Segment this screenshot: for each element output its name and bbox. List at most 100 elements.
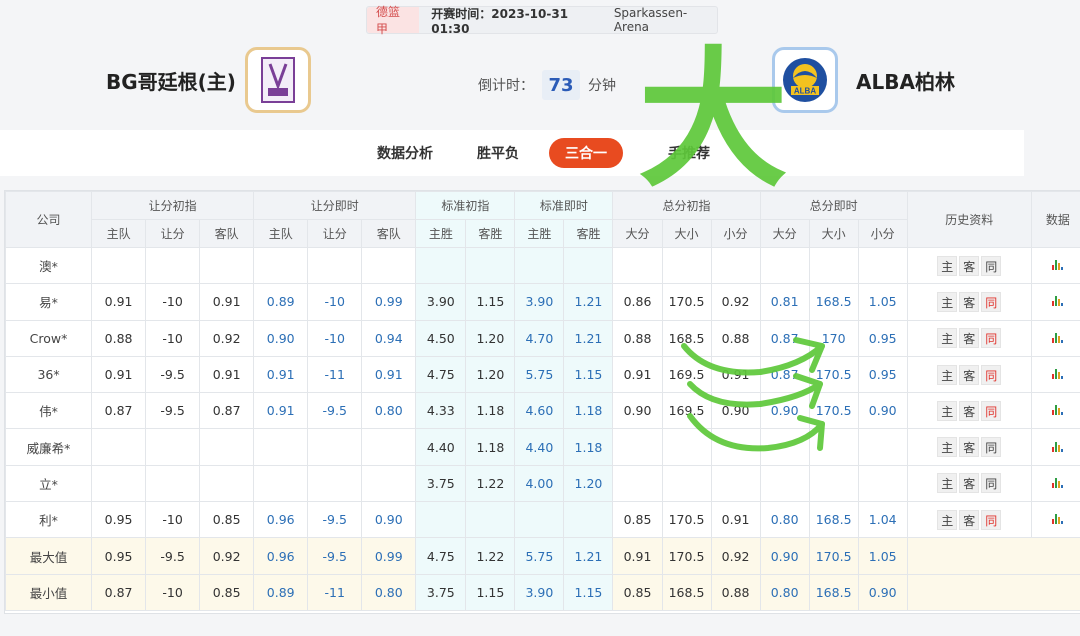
subheader-12: 小分 [710,219,761,248]
history-home-button[interactable]: 主 [937,364,958,385]
odds-cell [253,428,309,466]
odds-cell: 0.90 [361,501,417,539]
home-team-name[interactable]: BG哥廷根(主) [106,66,236,95]
history-same-button[interactable]: 同 [981,291,1002,312]
odds-cell [307,464,363,503]
history-home-button[interactable]: 主 [937,509,958,530]
header-company: 公司 [4,191,93,248]
history-home-button[interactable]: 主 [937,255,958,276]
odds-cell: 168.5 [808,501,859,539]
tab-recommend[interactable]: 手推荐 [661,138,717,168]
history-away-button[interactable]: 客 [959,255,980,276]
odds-cell: 0.92 [710,283,761,321]
odds-cell: -9.5 [145,355,201,394]
history-away-button[interactable]: 客 [959,328,980,349]
odds-cell: -11 [307,573,363,611]
odds-cell: 0.87 [91,392,147,430]
data-chart-button[interactable] [1030,283,1080,321]
league-badge[interactable]: 德篮甲 [367,5,420,36]
odds-cell: 0.80 [759,573,810,611]
odds-cell: 1.15 [563,573,614,611]
odds-cell: 0.85 [199,501,255,539]
data-chart-button[interactable] [1030,464,1080,503]
history-same-button[interactable]: 同 [981,400,1002,421]
odds-cell [857,464,908,503]
odds-cell: 0.90 [857,573,908,611]
history-same-button[interactable]: 同 [981,437,1002,458]
table-row: 澳* 主客同 [4,246,1080,285]
svg-text:ALBA: ALBA [794,87,816,96]
away-team-logo[interactable]: ALBA [772,47,838,113]
history-away-button[interactable]: 客 [959,437,980,458]
odds-cell: 1.15 [465,573,516,611]
subheader-8: 主胜 [514,219,565,248]
history-away-button[interactable]: 客 [959,473,980,494]
history-home-button[interactable]: 主 [937,400,958,421]
odds-cell [563,501,614,539]
history-home-button[interactable]: 主 [937,328,958,349]
history-home-button[interactable]: 主 [937,291,958,312]
odds-cell: 3.75 [415,464,467,503]
history-away-button[interactable]: 客 [959,291,980,312]
data-chart-button[interactable] [1030,246,1080,285]
odds-cell [145,428,201,466]
odds-cell: 1.18 [563,428,614,466]
company-name: 易* [4,283,93,321]
history-buttons: 主客同 [906,428,1032,466]
subheader-2: 客队 [199,219,255,248]
history-away-button[interactable]: 客 [959,364,980,385]
away-team-name[interactable]: ALBA柏林 [856,66,955,95]
history-home-button[interactable]: 主 [937,473,958,494]
history-buttons: 主客同 [906,392,1032,430]
tab-three-in-one[interactable]: 三合一 [549,138,623,168]
odds-cell: 0.95 [857,355,908,394]
tab-data-analysis[interactable]: 数据分析 [370,138,440,168]
odds-cell: 169.5 [661,392,712,430]
tab-win-draw-loss[interactable]: 胜平负 [470,138,526,168]
odds-cell: -9.5 [145,392,201,430]
odds-cell: 0.94 [361,319,417,357]
history-same-button[interactable]: 同 [981,364,1002,385]
odds-cell: 0.95 [91,537,147,575]
subheader-6: 主胜 [415,219,467,248]
odds-cell [465,246,516,285]
odds-cell: 1.20 [465,355,516,394]
odds-cell: 1.20 [563,464,614,503]
history-same-button[interactable]: 同 [981,328,1002,349]
odds-cell: -9.5 [307,537,363,575]
data-chart-button[interactable] [1030,392,1080,430]
odds-cell: 4.33 [415,392,467,430]
odds-cell [199,246,255,285]
data-chart-button[interactable] [1030,319,1080,357]
data-chart-button[interactable] [1030,501,1080,539]
odds-cell: -10 [307,283,363,321]
odds-cell [563,246,614,285]
odds-cell [661,246,712,285]
subheader-0: 主队 [91,219,147,248]
countdown: 倒计时： 73 分钟 [478,70,616,100]
odds-cell: 170 [808,319,859,357]
history-away-button[interactable]: 客 [959,400,980,421]
odds-cell [91,464,147,503]
odds-cell: 0.91 [612,537,663,575]
history-same-button[interactable]: 同 [981,509,1002,530]
data-chart-button[interactable] [1030,355,1080,394]
history-away-button[interactable]: 客 [959,509,980,530]
odds-cell: 0.95 [91,501,147,539]
data-chart-button[interactable] [1030,428,1080,466]
odds-cell: 0.90 [612,392,663,430]
odds-cell: 1.18 [465,428,516,466]
odds-cell: 0.91 [199,355,255,394]
odds-cell [759,428,810,466]
home-team-logo[interactable] [245,47,311,113]
odds-cell: 4.50 [415,319,467,357]
odds-cell: 0.87 [199,392,255,430]
odds-cell: 1.05 [857,283,908,321]
history-same-button[interactable]: 同 [981,473,1002,494]
odds-cell: 1.21 [563,283,614,321]
odds-cell: 168.5 [661,573,712,611]
history-home-button[interactable]: 主 [937,437,958,458]
odds-cell [710,428,761,466]
odds-cell: 1.18 [465,392,516,430]
history-same-button[interactable]: 同 [981,255,1002,276]
